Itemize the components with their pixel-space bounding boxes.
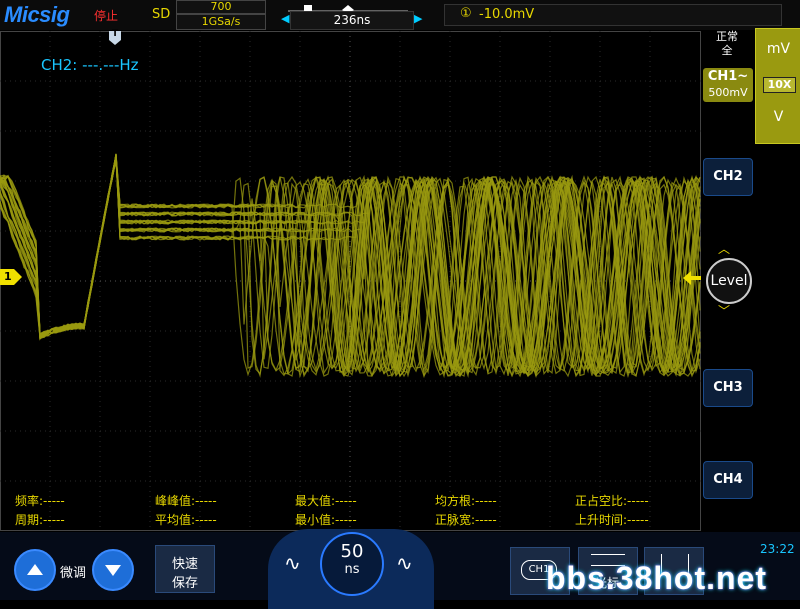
micsig-logo: Micsig (4, 2, 70, 27)
ch1-scale: 500mV (708, 86, 748, 99)
level-down-chevron-icon[interactable]: ﹀ (718, 302, 730, 319)
timebase-knob[interactable]: 50 ns (320, 532, 384, 596)
measure-rise-time[interactable]: 上升时间:----- (575, 511, 649, 528)
trigger-level-value: -10.0mV (479, 7, 535, 22)
ch2-button[interactable]: CH2 (703, 158, 753, 196)
probe-ratio[interactable]: 10X (763, 77, 796, 93)
measure-average[interactable]: 平均值:----- (155, 511, 217, 528)
scale-unit-down[interactable]: V (756, 109, 800, 125)
bottom-control-bar: 微调 快速 保存 ∿ 50 ns ∿ CH1 光标 23:22 bbs.38ho… (0, 529, 800, 609)
trigger-position-marker[interactable]: T (109, 29, 121, 45)
ch1-label: CH1 (707, 69, 738, 84)
time-right-arrow-icon[interactable]: ▶ (414, 12, 422, 25)
trigger-mode-text: 正常 (716, 30, 738, 43)
sample-rate[interactable]: 1GSa/s (176, 14, 266, 30)
trigger-level-box[interactable]: ① -10.0mV (444, 4, 782, 26)
clock: 23:22 (760, 542, 795, 556)
acquire-mode[interactable]: SD (152, 7, 170, 22)
fine-adjust-label: 微调 (60, 566, 87, 581)
time-left-arrow-icon[interactable]: ◀ (281, 12, 289, 25)
measure-rms[interactable]: 均方根:----- (435, 492, 497, 509)
fine-down-button[interactable] (92, 549, 134, 591)
measure-duty-cycle[interactable]: 正占空比:----- (575, 492, 649, 509)
timebase-decrease-wave-icon[interactable]: ∿ (284, 551, 301, 575)
measure-max[interactable]: 最大值:----- (295, 492, 357, 509)
measure-period[interactable]: 周期:----- (15, 511, 65, 528)
trigger-source-badge: ① (460, 6, 472, 21)
ch3-button[interactable]: CH3 (703, 369, 753, 407)
measure-positive-width[interactable]: 正脉宽:----- (435, 511, 497, 528)
ch1-marker-label: 1 (4, 270, 12, 283)
fine-up-button[interactable] (14, 549, 56, 591)
watermark: bbs.38hot.net (546, 560, 768, 596)
time-offset[interactable]: 236ns (290, 11, 414, 30)
memory-position-bar[interactable] (280, 0, 416, 13)
trigger-marker-label: T (112, 29, 119, 39)
quick-save-button[interactable]: 快速 保存 (155, 545, 215, 593)
quick-save-line1: 快速 (171, 557, 198, 572)
memory-depth[interactable]: 700 (176, 0, 266, 14)
trigger-sweep-text: 全 (721, 44, 733, 57)
frequency-readout: CH2: ---.---Hz (41, 56, 139, 74)
measure-peak-to-peak[interactable]: 峰峰值:----- (155, 492, 217, 509)
ch4-button[interactable]: CH4 (703, 461, 753, 499)
level-up-chevron-icon[interactable]: ︿ (718, 240, 730, 257)
ch1-scale-panel[interactable]: mV 10X V (755, 28, 800, 144)
timebase-increase-wave-icon[interactable]: ∿ (396, 551, 413, 575)
run-status[interactable]: 停止 (94, 7, 118, 24)
ch1-settings-button[interactable]: CH1~ 500mV (703, 68, 753, 102)
timebase-value: 50 (340, 541, 364, 562)
scale-unit-up[interactable]: mV (756, 41, 800, 57)
measure-frequency[interactable]: 频率:----- (15, 492, 65, 509)
quick-save-line2: 保存 (171, 576, 198, 591)
timebase-control[interactable]: ∿ 50 ns ∿ (268, 529, 434, 609)
trigger-level-arrow-icon[interactable] (683, 270, 701, 285)
level-button[interactable]: Level (706, 258, 752, 304)
timebase-unit: ns (344, 562, 360, 577)
ch1-offset-marker[interactable]: 1 (0, 269, 22, 285)
waveform-display[interactable] (0, 31, 701, 531)
ch1-coupling: ~ (737, 69, 749, 84)
top-status-bar: Micsig 停止 SD 700 1GSa/s ◀ 236ns ▶ ① -10.… (0, 0, 800, 30)
measure-min[interactable]: 最小值:----- (295, 511, 357, 528)
trigger-mode-indicator[interactable]: 正常 全 (702, 30, 752, 66)
